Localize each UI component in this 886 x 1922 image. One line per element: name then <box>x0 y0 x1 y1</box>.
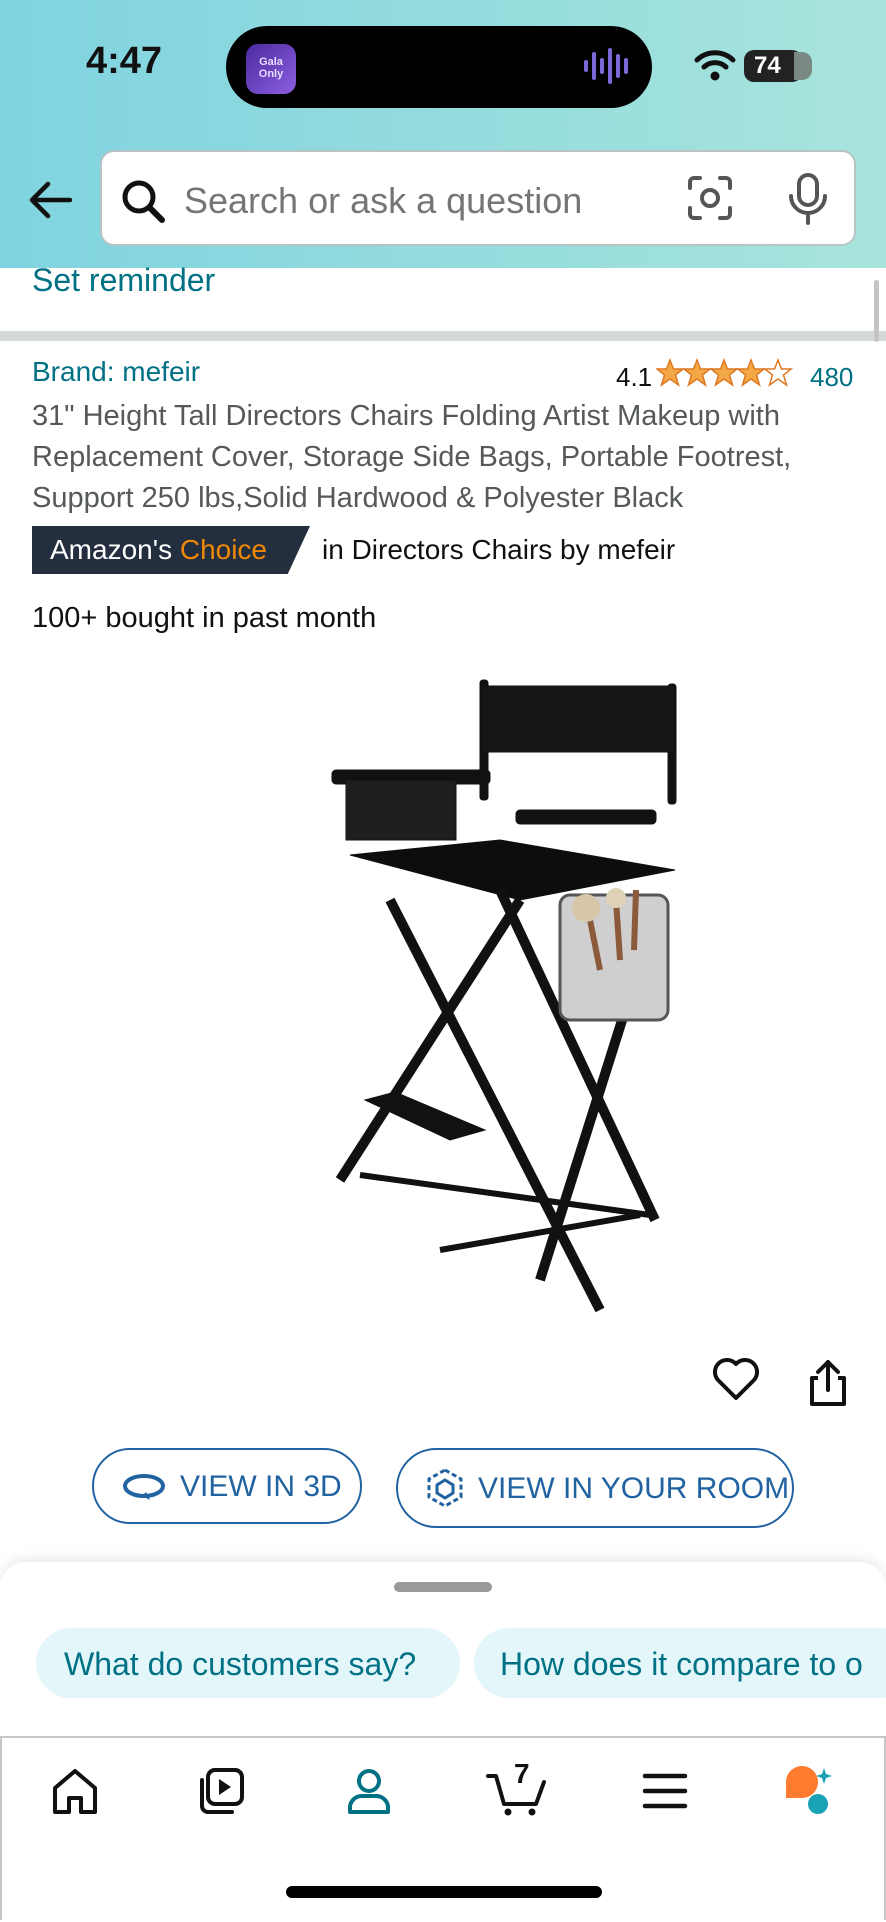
product-title: 31" Height Tall Directors Chairs Folding… <box>32 400 792 514</box>
now-playing-app-icon[interactable]: Gala Only <box>246 44 296 94</box>
status-time: 4:47 <box>86 40 163 82</box>
bought-count-text: 100+ bought in past month <box>32 602 377 634</box>
home-indicator <box>286 1886 602 1898</box>
suggestion-chip-label: What do customers say? <box>64 1646 417 1682</box>
choice-category-text: in Directors Chairs by mefeir <box>322 534 676 565</box>
menu-icon[interactable] <box>640 1766 690 1816</box>
wifi-icon <box>694 50 736 81</box>
back-arrow-icon[interactable] <box>26 178 74 222</box>
battery-indicator: 74 <box>744 50 812 82</box>
audio-wave-icon <box>584 48 628 84</box>
view-in-your-room-label: VIEW IN YOUR ROOM <box>478 1472 790 1505</box>
brand-link[interactable]: Brand: mefeir <box>32 356 200 388</box>
ar-cube-icon <box>427 1468 463 1508</box>
suggestion-chip-label: How does it compare to o <box>500 1646 863 1682</box>
nav-border-left <box>0 1736 2 1920</box>
search-input[interactable] <box>184 180 604 222</box>
amazons-choice-label: Amazon's Choice <box>50 534 268 565</box>
section-divider <box>0 331 886 341</box>
view-in-3d-label: VIEW IN 3D <box>180 1470 342 1503</box>
search-icon <box>122 180 165 223</box>
rating-value: 4.1 <box>616 362 653 392</box>
heart-icon[interactable] <box>712 1356 760 1402</box>
microphone-icon[interactable] <box>786 172 830 226</box>
account-icon[interactable] <box>344 1766 394 1816</box>
home-icon[interactable] <box>50 1766 100 1816</box>
camera-scan-icon[interactable] <box>686 174 734 222</box>
rating-count-link[interactable]: 480 <box>810 362 853 393</box>
rotate-3d-icon <box>123 1474 165 1500</box>
rufus-assistant-icon[interactable] <box>782 1764 832 1814</box>
video-library-icon[interactable] <box>196 1766 246 1816</box>
scrollbar[interactable] <box>874 280 879 342</box>
product-image[interactable] <box>320 660 690 1330</box>
set-reminder-link[interactable]: Set reminder <box>32 262 215 299</box>
share-icon[interactable] <box>806 1358 850 1408</box>
sheet-drag-handle[interactable] <box>394 1582 492 1592</box>
star-rating-icon[interactable] <box>656 358 794 390</box>
cart-count-badge: 7 <box>514 1758 530 1789</box>
